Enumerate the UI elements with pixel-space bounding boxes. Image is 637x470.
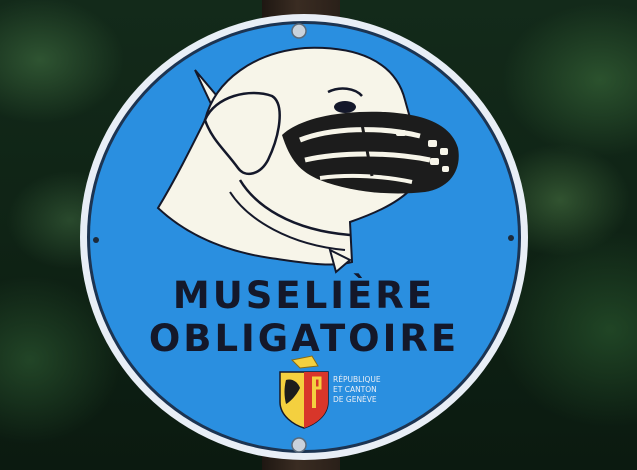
sign-title-line-2: OBLIGATOIRE [149,317,459,360]
emblem-text-line-1: RÉPUBLIQUE [333,375,381,384]
rivet-left-icon [93,237,99,243]
rivet-right-icon [508,235,514,241]
sign-title-line-1: MUSELIÈRE [173,273,435,317]
screw-top-icon [291,23,307,39]
muzzle-required-sign: MUSELIÈRE OBLIGATOIRE RÉPUBLIQUE ET CANT… [80,14,528,460]
photo-scene: MUSELIÈRE OBLIGATOIRE RÉPUBLIQUE ET CANT… [0,0,637,470]
emblem-text-line-2: ET CANTON [333,385,377,394]
emblem-text-line-3: DE GENÈVE [333,395,377,404]
screw-bottom-icon [291,437,307,453]
